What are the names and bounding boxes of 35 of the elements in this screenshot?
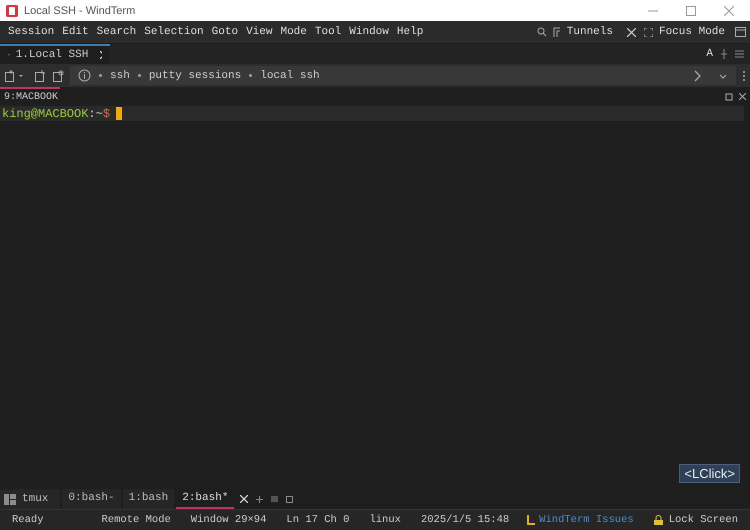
tmux-window-tab[interactable]: 1:bash bbox=[122, 489, 174, 509]
status-text: Ready bbox=[12, 514, 44, 526]
status-item: linux bbox=[369, 514, 401, 526]
status-item: 2025/1/5 15:48 bbox=[420, 514, 510, 526]
menu-item[interactable]: Tool bbox=[310, 26, 346, 38]
lock-screen-button[interactable]: Lock Screen bbox=[668, 514, 738, 526]
tmux-label: tmux bbox=[22, 493, 48, 505]
menu-item[interactable]: Search bbox=[92, 26, 140, 38]
menu-item[interactable]: View bbox=[242, 26, 276, 38]
session-tab[interactable]: 1.Local SSH bbox=[0, 44, 110, 64]
click-indicator: <LClick> bbox=[679, 464, 740, 483]
menu-item[interactable]: Session bbox=[4, 26, 58, 38]
tmux-window-tab[interactable]: 0:bash- bbox=[62, 489, 121, 509]
pane-title: 9:MACBOOK bbox=[3, 92, 58, 103]
menu-item[interactable]: Goto bbox=[208, 26, 242, 38]
breadcrumb-item[interactable]: ssh bbox=[110, 70, 130, 82]
menu-item[interactable]: Window bbox=[345, 26, 393, 38]
breadcrumb-item[interactable]: putty sessions bbox=[148, 70, 242, 82]
focus-mode-button[interactable]: Focus Mode bbox=[652, 26, 731, 38]
menu-item[interactable]: Mode bbox=[276, 26, 311, 38]
prompt-user: king@MACBOOK bbox=[2, 106, 88, 120]
prompt-path: :~ bbox=[88, 106, 103, 120]
issues-link[interactable]: WindTerm Issues bbox=[539, 514, 634, 526]
menu-item[interactable]: Edit bbox=[58, 26, 93, 38]
status-item: Window 29×94 bbox=[190, 514, 266, 526]
tmux-window-tab[interactable]: 2:bash* bbox=[176, 489, 234, 509]
tunnels-button[interactable]: Tunnels bbox=[560, 26, 619, 38]
menu-item[interactable]: Selection bbox=[140, 26, 208, 38]
status-item: Remote Mode bbox=[101, 514, 171, 526]
status-item: Ln 17 Ch 0 bbox=[286, 514, 350, 526]
menu-item[interactable]: Help bbox=[392, 26, 428, 38]
prompt-symbol: $ bbox=[102, 106, 110, 120]
window-title: Local SSH - WindTerm bbox=[24, 4, 136, 16]
font-button[interactable]: A bbox=[698, 44, 721, 64]
breadcrumb-item[interactable]: local ssh bbox=[260, 70, 320, 82]
